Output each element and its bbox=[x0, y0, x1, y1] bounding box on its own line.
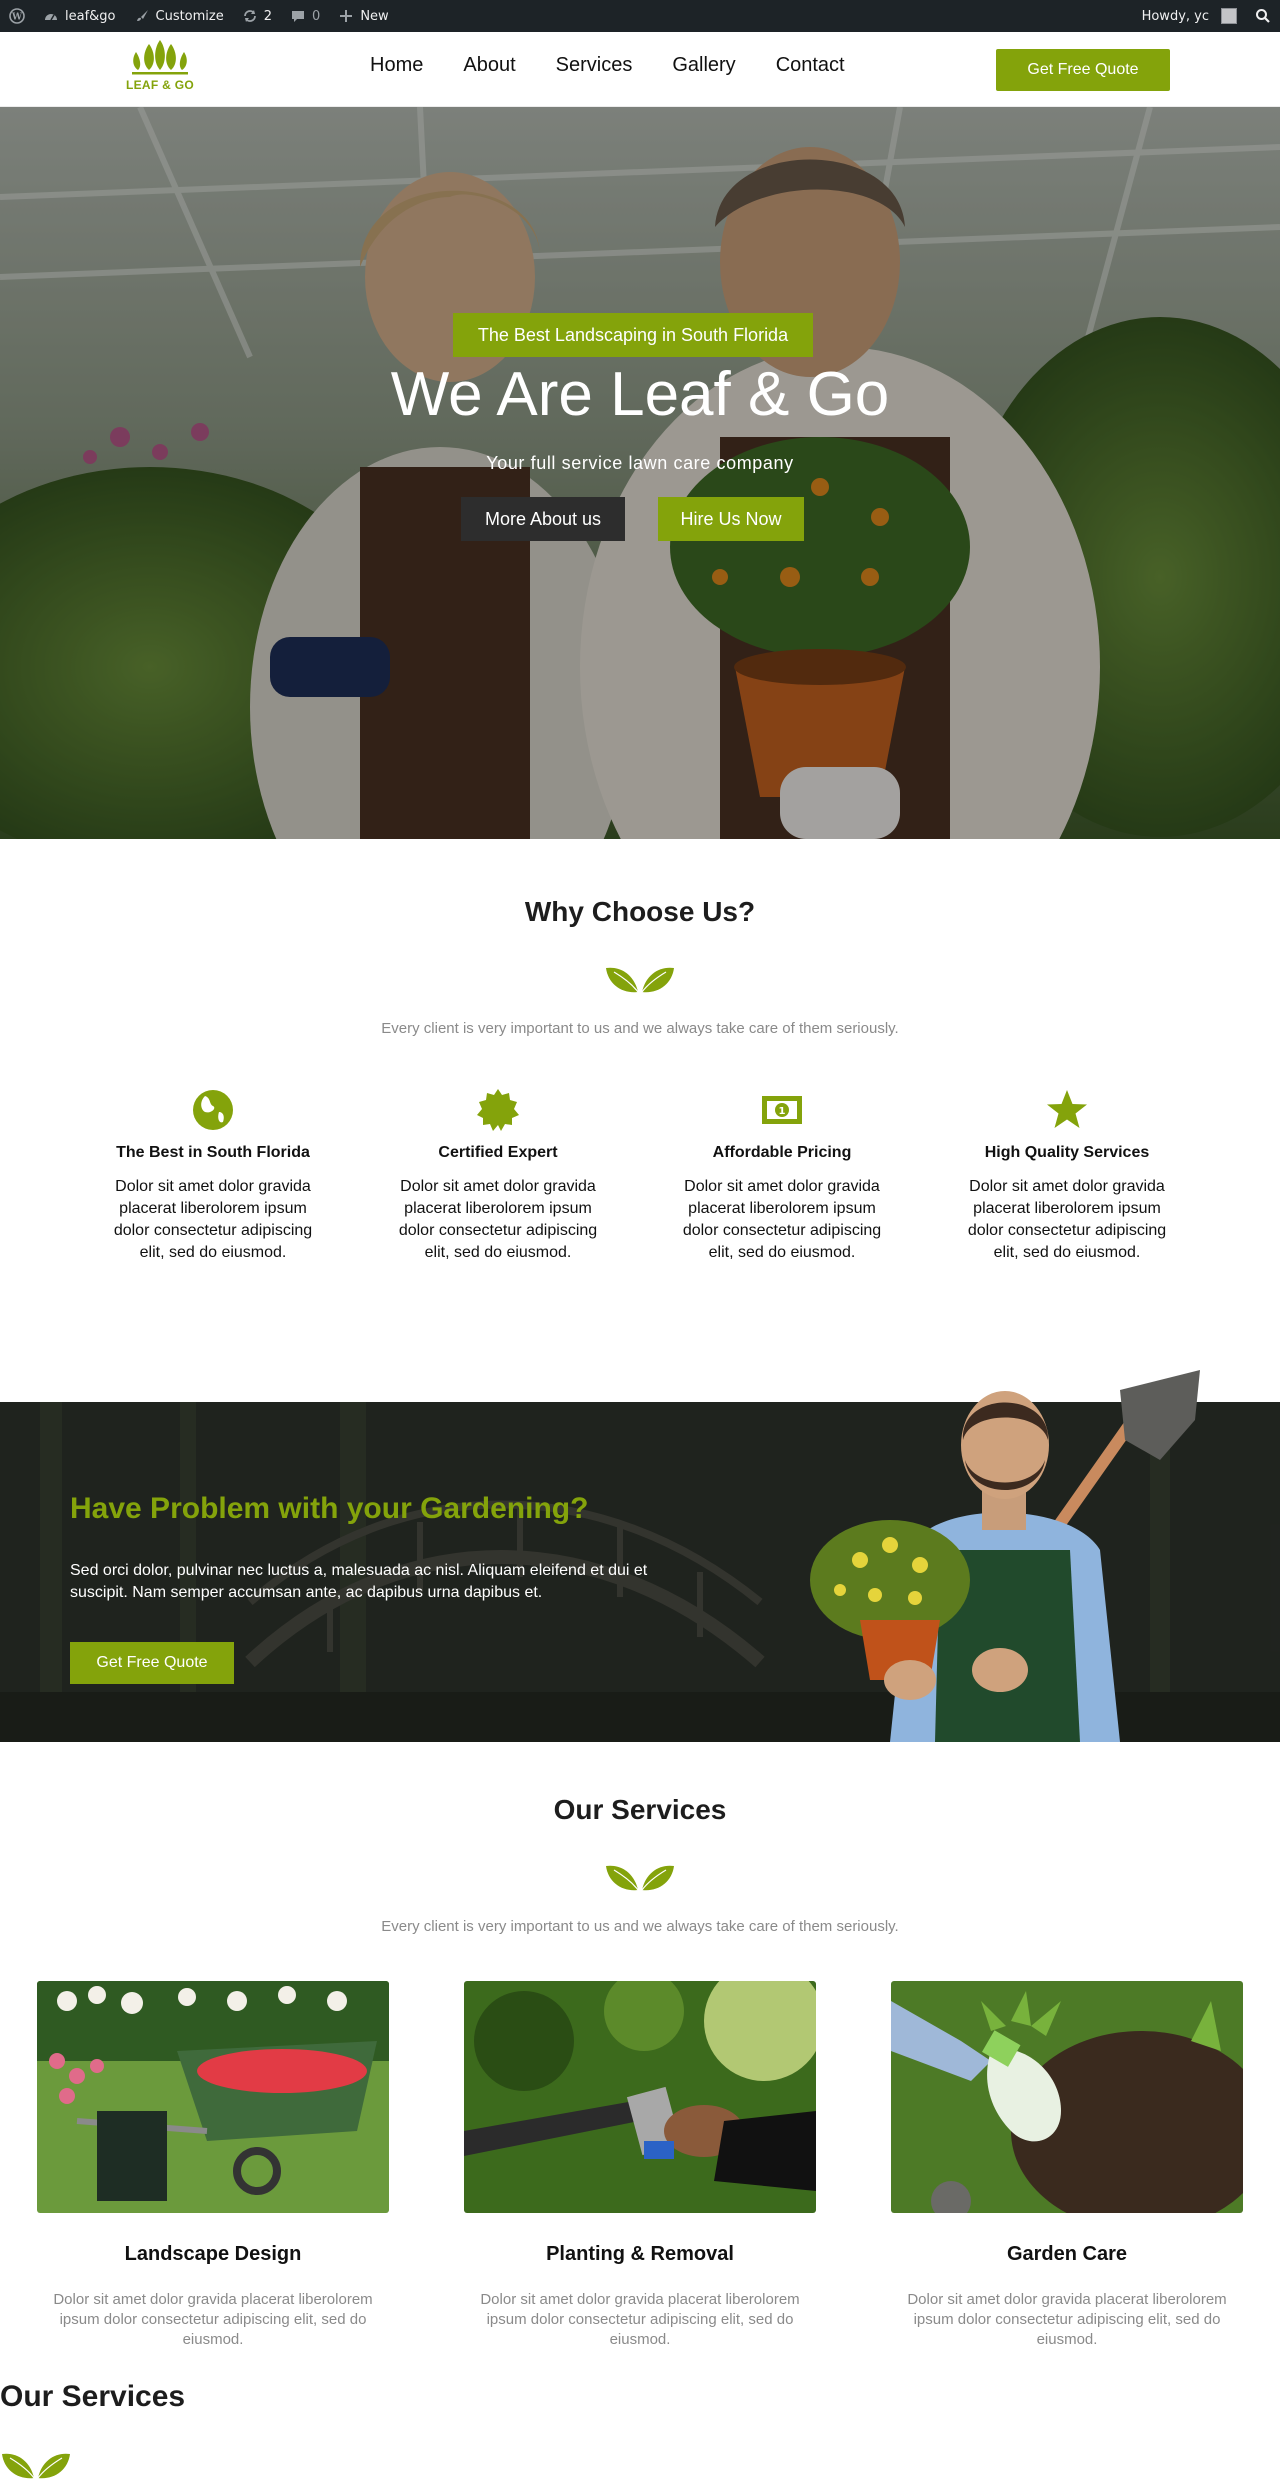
feature-title: High Quality Services bbox=[984, 1144, 1150, 1161]
more-about-us-button[interactable]: More About us bbox=[461, 497, 625, 541]
new-label: New bbox=[360, 8, 389, 24]
feature-text: Dolor sit amet dolor gravida placerat li… bbox=[113, 1178, 313, 1261]
avatar bbox=[1221, 8, 1237, 24]
header-get-quote-button[interactable]: Get Free Quote bbox=[996, 49, 1170, 91]
feature-text: Dolor sit amet dolor gravida placerat li… bbox=[682, 1178, 882, 1261]
feature-title: The Best in South Florida bbox=[116, 1144, 310, 1161]
problem-text: Sed orci dolor, pulvinar nec luctus a, m… bbox=[70, 1562, 648, 1601]
leaf-divider-icon bbox=[2, 2453, 70, 2479]
service-title: Landscape Design bbox=[124, 2243, 302, 2265]
site-name-label: leaf&go bbox=[65, 8, 116, 24]
brush-icon bbox=[136, 10, 148, 21]
customize-link[interactable]: Customize bbox=[125, 0, 233, 32]
comment-icon bbox=[292, 11, 305, 22]
service-card-landscape-design[interactable]: Landscape Design Dolor sit amet dolor gr… bbox=[37, 1981, 389, 2350]
feature-affordable-pricing: 1 Affordable Pricing Dolor sit amet dolo… bbox=[662, 1088, 902, 1264]
nav-contact[interactable]: Contact bbox=[776, 54, 845, 77]
garden-care-image bbox=[891, 1981, 1243, 2213]
hero-tagline-badge: The Best Landscaping in South Florida bbox=[453, 313, 813, 357]
star-icon bbox=[1047, 1090, 1087, 1128]
service-card-planting-removal[interactable]: Planting & Removal Dolor sit amet dolor … bbox=[464, 1981, 816, 2350]
howdy-label: Howdy, yc bbox=[1141, 8, 1209, 24]
our-services-title-repeat: Our Services bbox=[0, 2380, 186, 2413]
updates-count: 2 bbox=[263, 8, 273, 24]
nav-home[interactable]: Home bbox=[370, 54, 423, 77]
banner-get-quote-button[interactable]: Get Free Quote bbox=[70, 1642, 234, 1684]
svg-text:W: W bbox=[11, 13, 23, 23]
comments-link[interactable]: 0 bbox=[281, 0, 329, 32]
hero-subtitle: Your full service lawn care company bbox=[486, 453, 794, 473]
certificate-icon bbox=[477, 1089, 519, 1131]
nav-services[interactable]: Services bbox=[556, 54, 633, 77]
money-icon: 1 bbox=[762, 1096, 802, 1124]
main-nav: Home About Services Gallery Contact bbox=[370, 54, 885, 77]
feature-text: Dolor sit amet dolor gravida placerat li… bbox=[398, 1178, 598, 1261]
our-services-title: Our Services bbox=[553, 1794, 727, 1825]
service-card-garden-care[interactable]: Garden Care Dolor sit amet dolor gravida… bbox=[891, 1981, 1243, 2350]
admin-search-button[interactable] bbox=[1246, 0, 1280, 32]
hero-title: We Are Leaf & Go bbox=[390, 360, 890, 429]
service-text: Dolor sit amet dolor gravida placerat li… bbox=[480, 2291, 800, 2348]
feature-certified-expert: Certified Expert Dolor sit amet dolor gr… bbox=[378, 1088, 618, 1264]
wordpress-icon: W bbox=[9, 8, 25, 24]
account-menu[interactable]: Howdy, yc bbox=[1133, 0, 1246, 32]
dashboard-icon bbox=[45, 14, 57, 21]
service-title: Garden Care bbox=[1006, 2243, 1128, 2265]
service-title: Planting & Removal bbox=[546, 2243, 734, 2265]
wheelbarrow-image bbox=[37, 1981, 389, 2213]
updates-icon bbox=[243, 10, 256, 22]
hero-section: The Best Landscaping in South Florida We… bbox=[0, 107, 1280, 839]
logo-text: LEAF & GO bbox=[125, 78, 195, 92]
problem-title: Have Problem with your Gardening? bbox=[70, 1492, 589, 1525]
new-content-link[interactable]: New bbox=[329, 0, 397, 32]
service-text: Dolor sit amet dolor gravida placerat li… bbox=[907, 2291, 1227, 2348]
pruning-image bbox=[464, 1981, 816, 2213]
wordpress-logo-button[interactable]: W bbox=[0, 0, 34, 32]
service-text: Dolor sit amet dolor gravida placerat li… bbox=[53, 2291, 373, 2348]
comments-count: 0 bbox=[312, 8, 321, 24]
feature-title: Affordable Pricing bbox=[712, 1144, 852, 1161]
nav-gallery[interactable]: Gallery bbox=[672, 54, 735, 77]
leaf-divider-icon bbox=[606, 1865, 674, 1891]
feature-high-quality: High Quality Services Dolor sit amet dol… bbox=[947, 1088, 1187, 1264]
site-header: LEAF & GO Home About Services Gallery Co… bbox=[0, 32, 1280, 107]
customize-label: Customize bbox=[155, 8, 224, 24]
search-icon bbox=[1256, 9, 1270, 23]
site-name-link[interactable]: leaf&go bbox=[34, 0, 125, 32]
gardener-image bbox=[810, 1370, 1200, 1742]
feature-text: Dolor sit amet dolor gravida placerat li… bbox=[967, 1178, 1167, 1261]
admin-bar: W leaf&go Customize 2 0 New Howdy, yc bbox=[0, 0, 1280, 32]
why-subtitle: Every client is very important to us and… bbox=[381, 1020, 899, 1037]
plus-icon bbox=[340, 10, 353, 22]
svg-text:1: 1 bbox=[779, 1106, 786, 1117]
services-subtitle: Every client is very important to us and… bbox=[381, 1918, 899, 1935]
nav-about[interactable]: About bbox=[463, 54, 515, 77]
feature-title: Certified Expert bbox=[438, 1144, 558, 1161]
why-choose-us-title: Why Choose Us? bbox=[524, 896, 756, 927]
hire-us-now-button[interactable]: Hire Us Now bbox=[658, 497, 804, 541]
globe-icon bbox=[193, 1090, 233, 1130]
updates-link[interactable]: 2 bbox=[233, 0, 281, 32]
leaf-divider-icon bbox=[606, 967, 674, 993]
feature-best-in-florida: The Best in South Florida Dolor sit amet… bbox=[93, 1088, 333, 1264]
